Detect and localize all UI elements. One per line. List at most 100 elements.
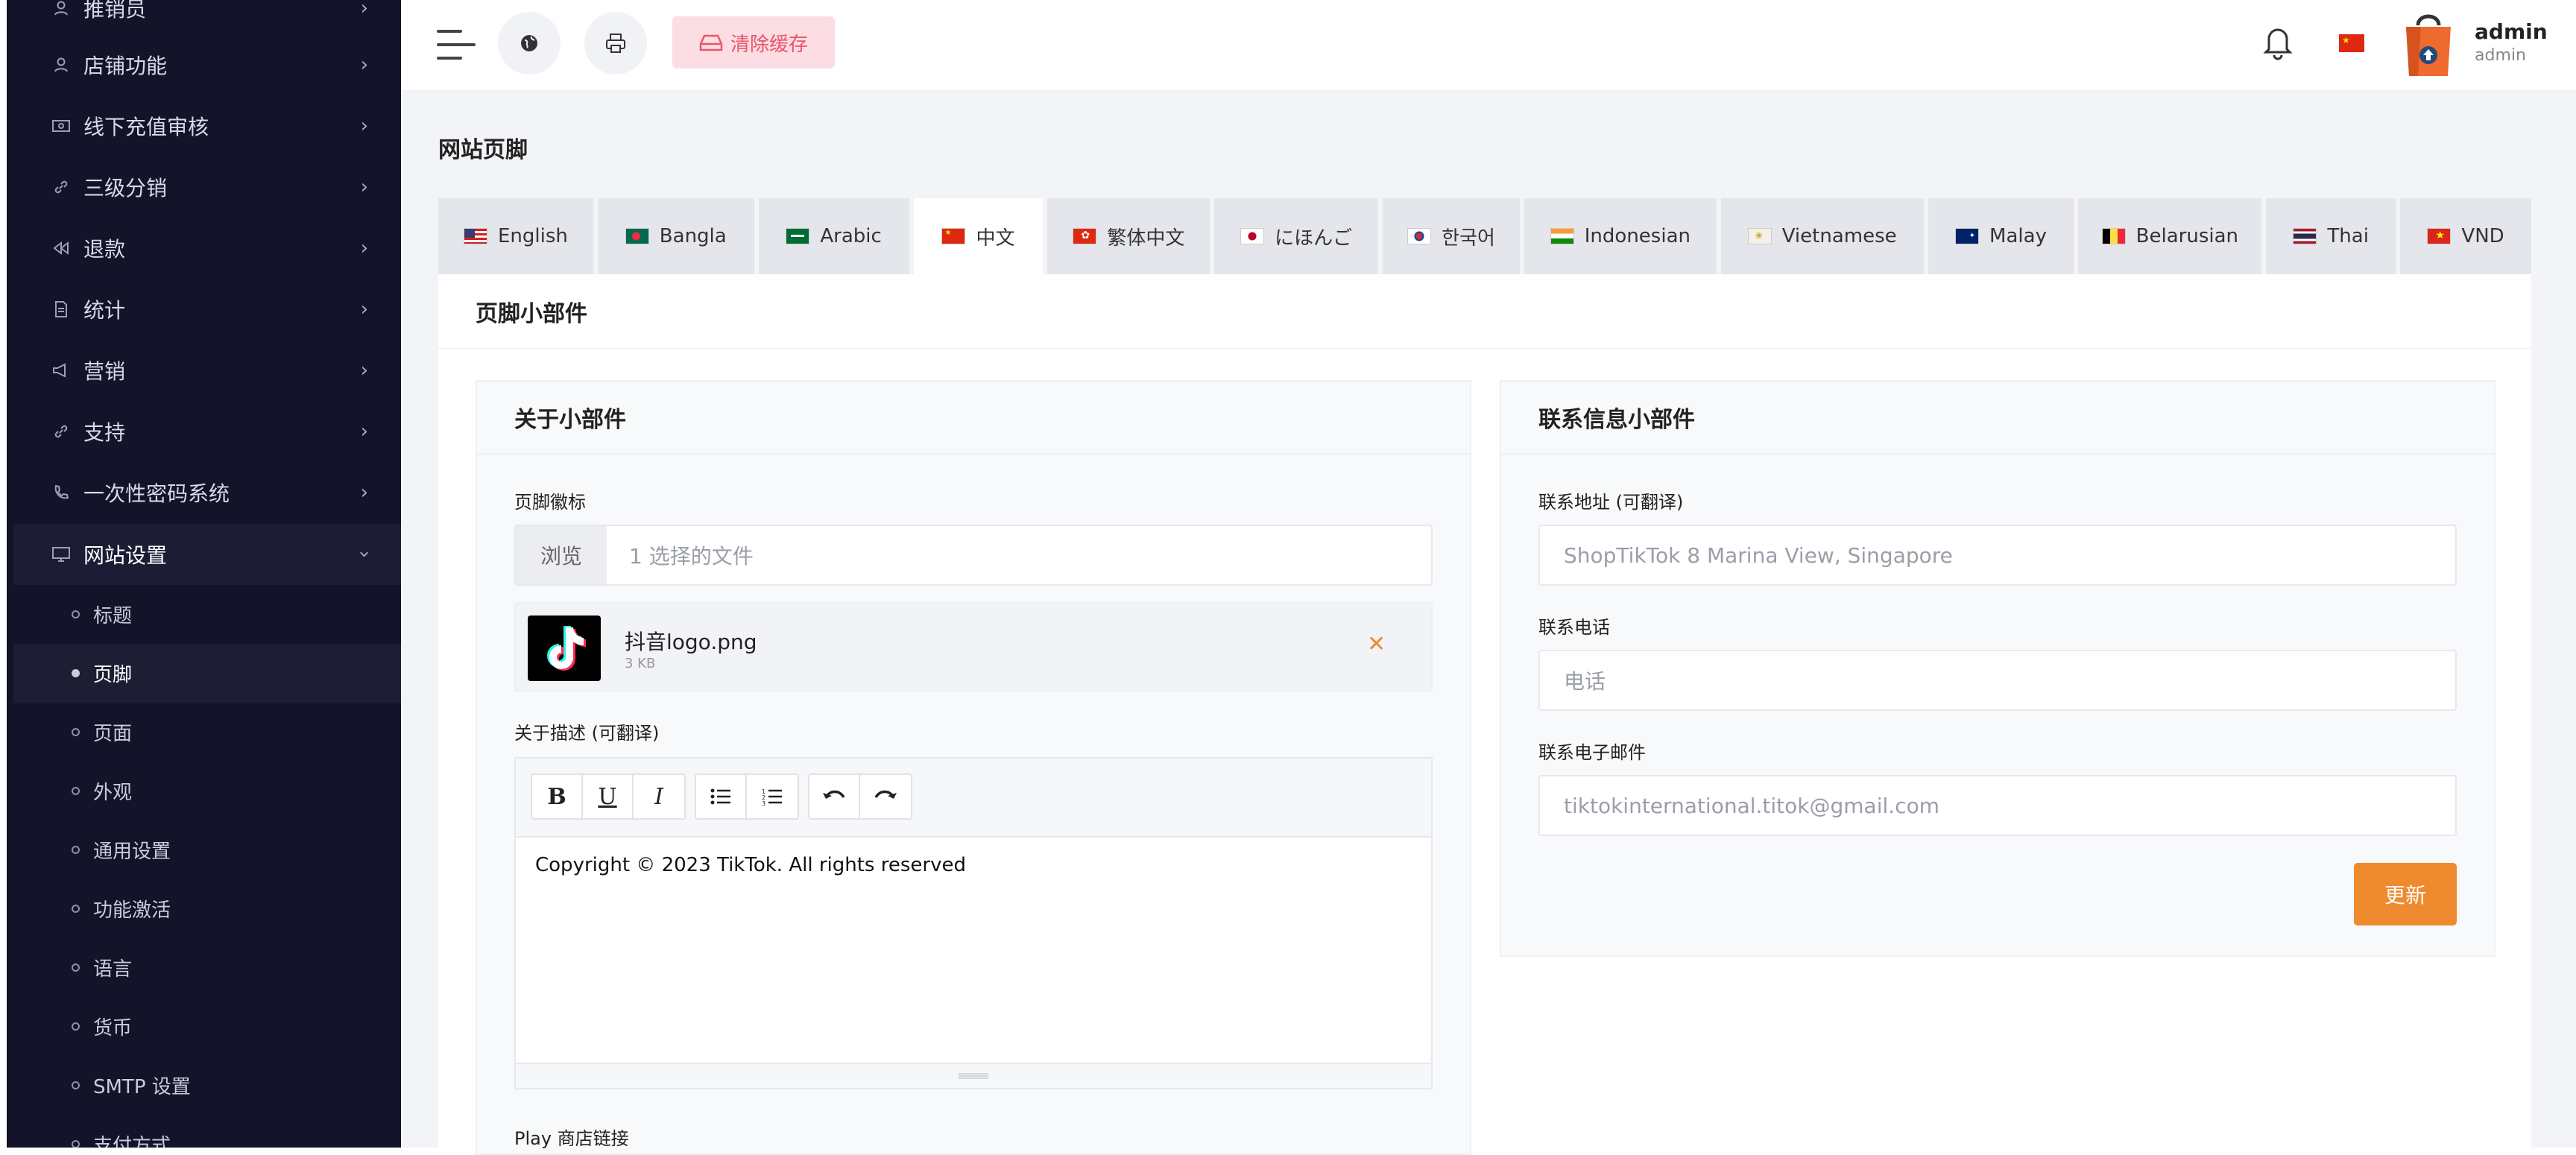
italic-button[interactable]: I [634,775,684,818]
sidebar-item-label: 一次性密码系统 [83,481,230,506]
belgium-flag-icon [2101,228,2126,244]
contact-phone-input[interactable]: 电话 [1538,650,2457,711]
korea-flag-icon [1407,228,1432,244]
submenu-label: 页脚 [93,664,133,686]
contact-widget-title: 联系信息小部件 [1501,382,2494,455]
contact-email-label: 联系电子邮件 [1538,742,1646,763]
link-icon [51,177,72,197]
sidebar-item-shop[interactable]: 店铺功能 › [13,34,401,95]
menu-toggle-icon[interactable] [437,28,476,61]
backward-icon [51,238,72,259]
megaphone-icon [51,360,72,381]
globe-button[interactable] [498,12,561,75]
tab-vietnamese[interactable]: ❀ Vietnamese [1720,198,1924,274]
editor-resize-handle[interactable] [516,1063,1431,1088]
logo-file-picker[interactable]: 浏览 1 选择的文件 [514,525,1433,586]
submenu-item-language[interactable]: 语言 [13,938,401,997]
editor-content[interactable]: Copyright © 2023 TikTok. All rights rese… [535,854,966,876]
chevron-right-icon: › [360,481,368,504]
numbered-list-button[interactable]: 123 [747,775,798,818]
clear-cache-label: 清除缓存 [730,33,808,56]
submenu-item-appearance[interactable]: 外观 [13,762,401,820]
tab-label: English [497,225,568,247]
resize-grip-icon [959,1073,988,1079]
sidebar-item-refund[interactable]: 退款 › [13,218,401,279]
tab-malay[interactable]: ✦ Malay [1928,198,2074,274]
chevron-right-icon: › [360,54,368,76]
rich-text-editor[interactable]: B U I 123 Copyright © 2023 TikTok. All r… [514,757,1433,1089]
sidebar-item-support[interactable]: 支持 › [13,401,401,462]
submenu-item-currency[interactable]: 货币 [13,997,401,1056]
sidebar-item-label: 店铺功能 [83,54,168,78]
about-widget-panel: 关于小部件 页脚徽标 浏览 1 选择的文件 抖音logo.png 3 KB ✕ [476,380,1471,1155]
user-name[interactable]: admin [2475,19,2548,44]
chevron-right-icon: › [360,298,368,320]
sidebar-item-label: 营销 [83,359,126,384]
tab-belarusian[interactable]: Belarusian [2078,198,2262,274]
user-icon [51,54,72,75]
sidebar-item-website-settings[interactable]: 网站设置 › [13,524,401,585]
browse-button[interactable]: 浏览 [516,526,607,584]
sidebar-item-distribution[interactable]: 三级分销 › [13,156,401,218]
tab-vnd[interactable]: ★ VND [2400,198,2531,274]
clear-cache-button[interactable]: 清除缓存 [672,16,835,69]
vietnamese-flag-icon: ❀ [1747,228,1772,244]
tab-korean[interactable]: 한국어 [1383,198,1520,274]
submenu-item-features[interactable]: 功能激活 [13,879,401,938]
avatar[interactable] [2400,9,2457,77]
numbered-list-icon: 123 [762,788,782,806]
bullet-icon [72,905,80,913]
phone-icon [51,482,72,503]
china-flag-icon[interactable]: ★ [2339,34,2364,52]
submenu-item-header[interactable]: 标题 [13,585,401,644]
sidebar-item-salesman[interactable]: 推销员 › [13,0,401,39]
contact-phone-label: 联系电话 [1538,617,1610,638]
tab-thai[interactable]: Thai [2266,198,2396,274]
tab-traditional-chinese[interactable]: ✿ 繁体中文 [1047,198,1210,274]
print-icon [606,34,625,53]
china-flag-icon: ★ [941,228,966,244]
tab-indonesian[interactable]: Indonesian [1524,198,1717,274]
footer-widget-card: 页脚小部件 关于小部件 页脚徽标 浏览 1 选择的文件 抖音logo.png 3… [438,274,2531,1155]
bullet-icon [72,728,80,736]
sidebar-item-statistics[interactable]: 统计 › [13,279,401,340]
bullet-list-button[interactable] [696,775,747,818]
sidebar-item-marketing[interactable]: 营销 › [13,340,401,401]
tab-bangla[interactable]: Bangla [597,198,754,274]
submenu-label: 页面 [93,723,133,745]
redo-button[interactable] [860,775,911,818]
update-button[interactable]: 更新 [2354,863,2457,925]
remove-file-icon[interactable]: ✕ [1367,633,1386,656]
undo-button[interactable] [809,775,860,818]
tab-japanese[interactable]: にほんご [1214,198,1379,274]
bell-icon[interactable] [2263,24,2293,61]
bold-button[interactable]: B [532,775,583,818]
underline-button[interactable]: U [583,775,634,818]
main-content: 网站页脚 English Bangla Arabic ★ 中文 ✿ 繁体中文 に… [401,91,2576,1155]
history-button-group [808,773,912,820]
sidebar-item-offline-recharge[interactable]: 线下充值审核 › [13,95,401,156]
list-button-group: 123 [695,773,799,820]
footer-logo-label: 页脚徽标 [514,492,586,513]
tab-label: Thai [2327,225,2369,247]
tab-arabic[interactable]: Arabic [758,198,909,274]
hongkong-flag-icon: ✿ [1073,228,1097,244]
submenu-item-smtp[interactable]: SMTP 设置 [13,1056,401,1115]
link-icon [51,421,72,442]
malaysia-flag-icon: ✦ [1955,228,1980,244]
contact-email-input[interactable]: tiktokinternational.titok@gmail.com [1538,775,2457,836]
print-button[interactable] [584,12,647,75]
submenu-item-pages[interactable]: 页面 [13,703,401,762]
bullet-icon [72,610,80,618]
sidebar-item-label: 退款 [83,237,126,262]
tab-chinese[interactable]: ★ 中文 [913,198,1044,274]
sidebar-item-otp[interactable]: 一次性密码系统 › [13,462,401,523]
contact-address-input[interactable]: ShopTikTok 8 Marina View, Singapore [1538,525,2457,586]
submenu-item-payment[interactable]: 支付方式 [13,1115,401,1148]
submenu-item-footer[interactable]: 页脚 [13,644,401,703]
chevron-right-icon: › [360,176,368,198]
submenu-item-general[interactable]: 通用设置 [13,820,401,879]
japan-flag-icon [1240,228,1265,244]
tab-english[interactable]: English [438,198,593,274]
sidebar-item-label: 网站设置 [83,543,168,568]
